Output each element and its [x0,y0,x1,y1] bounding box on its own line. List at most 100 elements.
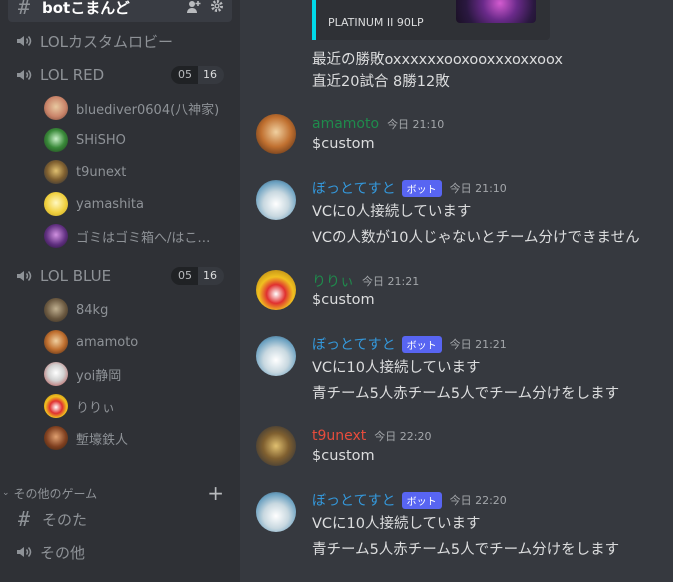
bot-badge: ボット [401,179,442,197]
user-name: りりぃ [76,400,116,416]
speaker-icon [14,542,34,562]
avatar[interactable] [256,270,296,310]
voice-channel-lol-blue[interactable]: LOL BLUE 05 16 [8,263,232,289]
message-line: 最近の勝敗oxxxxxxooxooxxxoxxoox [312,52,564,68]
message-header: ぼっとてすと ボット 今日 22:20 [312,490,507,510]
channel-name: LOL RED [40,66,105,84]
rank-embed: PLATINUM II 90LP [312,0,550,40]
channel-sidebar: # botこまんど LOLカスタムロビー LOL RED 05 16 blued… [0,0,240,582]
avatar [44,192,68,216]
user-name: SHiSHO [76,132,126,148]
user-name: yamashita [76,196,144,212]
author-name[interactable]: りりぃ [312,271,354,291]
hash-icon: # [17,507,31,531]
voice-user[interactable]: yamashita [44,190,144,218]
embed-thumbnail[interactable] [456,0,536,23]
voice-user[interactable]: ゴミはゴミ箱へ/はこ… [44,222,210,250]
avatar[interactable] [256,114,296,154]
author-name[interactable]: ぼっとてすと [312,490,396,510]
avatar[interactable] [256,492,296,532]
user-name: 84kg [76,302,109,318]
avatar [44,426,68,450]
speaker-icon [14,266,34,286]
text-channel-sonota[interactable]: # そのた [8,506,232,532]
user-name: ゴミはゴミ箱へ/はこ… [76,230,211,246]
message-line: $custom [312,448,375,464]
avatar[interactable] [256,336,296,376]
voice-user[interactable]: 塹壕鉄人 [44,424,128,452]
author-name[interactable]: ぼっとてすと [312,178,396,198]
user-name: 塹壕鉄人 [76,432,129,448]
author-name[interactable]: t9unext [312,428,366,444]
add-member-icon[interactable] [186,0,202,15]
message-line: 青チーム5人赤チーム5人でチーム分けをします [312,386,620,402]
avatar [44,160,68,184]
voice-user[interactable]: t9unext [44,158,126,186]
message-list: PLATINUM II 90LP 最近の勝敗oxxxxxxooxooxxxoxx… [240,0,673,582]
avatar [44,224,68,248]
message-header: t9unext 今日 22:20 [312,428,432,444]
category-other-games[interactable]: ⌄ その他のゲーム + [2,481,232,505]
avatar [44,96,68,120]
avatar [44,298,68,322]
user-name: t9unext [76,164,127,180]
timestamp: 今日 21:21 [449,338,507,351]
hash-icon: # [17,0,31,19]
user-count: 05 [171,267,198,285]
message-line: $custom [312,136,375,152]
user-limit-badge: 05 16 [171,267,224,285]
voice-channel-lol-custom-lobby[interactable]: LOLカスタムロビー [8,28,232,54]
bot-badge: ボット [401,491,442,509]
channel-name: その他 [40,543,86,562]
message-line: VCに10人接続しています [312,516,481,532]
avatar [44,362,68,386]
voice-user[interactable]: yoi静岡 [44,360,121,388]
message-header: ぼっとてすと ボット 今日 21:21 [312,334,507,354]
voice-channel-lol-red[interactable]: LOL RED 05 16 [8,62,232,88]
timestamp: 今日 21:10 [387,118,445,131]
voice-user[interactable]: bluediver0604(八神家) [44,94,219,122]
add-channel-icon[interactable]: + [207,481,224,505]
user-limit: 16 [198,267,224,285]
avatar [44,128,68,152]
channel-name: そのた [42,510,88,529]
user-count: 05 [171,66,198,84]
channel-name: LOL BLUE [40,267,112,285]
voice-channel-sonota[interactable]: その他 [8,539,232,565]
voice-user[interactable]: 84kg [44,296,108,324]
chevron-down-icon: ⌄ [2,488,10,498]
author-name[interactable]: ぼっとてすと [312,334,396,354]
message-line: 直近20試合 8勝12敗 [312,74,450,90]
avatar[interactable] [256,426,296,466]
message-header: amamoto 今日 21:10 [312,116,444,132]
voice-user[interactable]: りりぃ [44,392,115,420]
channel-name: botこまんど [42,0,130,17]
channel-bot-commands[interactable]: # botこまんど [8,0,232,22]
timestamp: 今日 21:21 [362,275,420,288]
user-name: amamoto [76,334,139,350]
timestamp: 今日 22:20 [374,430,432,443]
message-line: VCの人数が10人じゃないとチーム分けできません [312,230,640,246]
avatar[interactable] [256,180,296,220]
message-line: 青チーム5人赤チーム5人でチーム分けをします [312,542,620,558]
message-line: $custom [312,292,375,308]
voice-user[interactable]: SHiSHO [44,126,126,154]
timestamp: 今日 21:10 [449,182,507,195]
speaker-icon [14,65,34,85]
message-header: りりぃ 今日 21:21 [312,271,419,291]
message-line: VCに10人接続しています [312,360,481,376]
user-limit: 16 [198,66,224,84]
embed-rank-text: PLATINUM II 90LP [328,16,424,29]
speaker-icon [14,31,34,51]
gear-icon[interactable] [210,0,224,13]
message-line: VCに0人接続しています [312,204,472,220]
avatar [44,394,68,418]
user-name: yoi静岡 [76,368,122,384]
author-name[interactable]: amamoto [312,116,379,132]
voice-user[interactable]: amamoto [44,328,138,356]
category-label: その他のゲーム [13,486,98,501]
user-name: bluediver0604(八神家) [76,102,220,118]
avatar [44,330,68,354]
channel-name: LOLカスタムロビー [40,32,173,51]
user-limit-badge: 05 16 [171,66,224,84]
